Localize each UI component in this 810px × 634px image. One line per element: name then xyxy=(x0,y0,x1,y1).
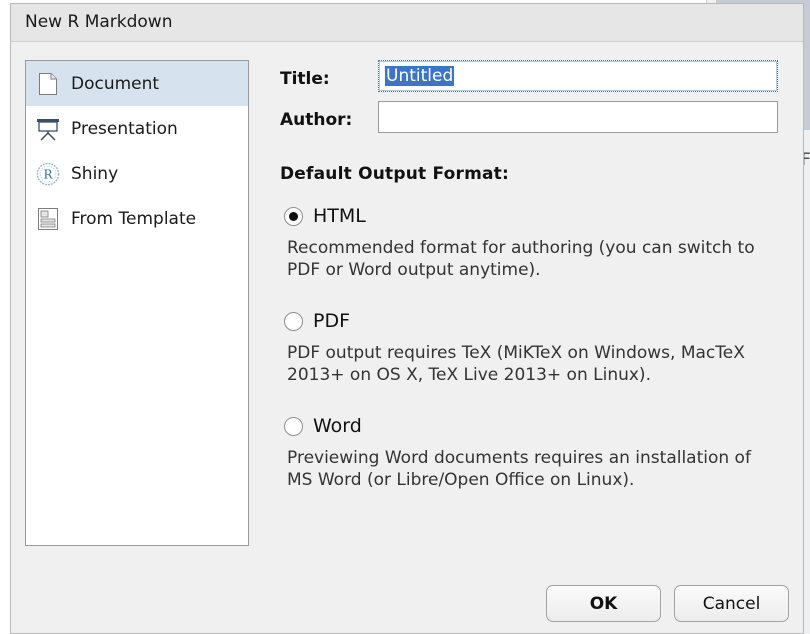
template-icon xyxy=(36,207,60,231)
radio-selected-dot xyxy=(289,212,298,221)
sidebar-item-presentation[interactable]: Presentation xyxy=(26,106,248,151)
svg-text:R: R xyxy=(43,167,53,181)
word-radio-label[interactable]: Word xyxy=(313,415,362,437)
sidebar-item-label: Presentation xyxy=(71,118,178,139)
pdf-radio-label[interactable]: PDF xyxy=(313,310,350,332)
html-radio[interactable] xyxy=(284,207,303,226)
title-input[interactable]: Untitled xyxy=(378,60,778,92)
pdf-radio[interactable] xyxy=(284,312,303,331)
presentation-icon xyxy=(36,117,60,141)
shiny-icon: R xyxy=(36,162,60,186)
sidebar-item-label: Shiny xyxy=(71,163,119,184)
document-type-list: Document Presentation R Shiny From Templ… xyxy=(25,60,249,546)
word-radio[interactable] xyxy=(284,417,303,436)
cancel-button[interactable]: Cancel xyxy=(674,585,789,622)
sidebar-item-label: From Template xyxy=(71,208,197,229)
title-label: Title: xyxy=(280,69,330,89)
dialog-title: New R Markdown xyxy=(25,12,173,32)
ok-button[interactable]: OK xyxy=(546,585,661,622)
sidebar-item-shiny[interactable]: R Shiny xyxy=(26,151,248,196)
author-input[interactable] xyxy=(378,101,778,133)
html-radio-label[interactable]: HTML xyxy=(313,205,366,227)
new-r-markdown-dialog: New R Markdown Document Presentation R S… xyxy=(10,3,804,634)
dialog-titlebar[interactable]: New R Markdown xyxy=(11,4,803,42)
html-description: Recommended format for authoring (you ca… xyxy=(287,238,755,280)
word-description: Previewing Word documents requires an in… xyxy=(287,448,751,490)
title-input-value: Untitled xyxy=(385,66,455,86)
document-icon xyxy=(36,72,60,96)
author-label: Author: xyxy=(280,110,353,130)
sidebar-item-label: Document xyxy=(71,73,160,94)
pdf-description: PDF output requires TeX (MiKTeX on Windo… xyxy=(287,343,745,385)
sidebar-item-document[interactable]: Document xyxy=(26,61,248,106)
sidebar-item-from-template[interactable]: From Template xyxy=(26,196,248,241)
output-format-header: Default Output Format: xyxy=(280,164,509,184)
